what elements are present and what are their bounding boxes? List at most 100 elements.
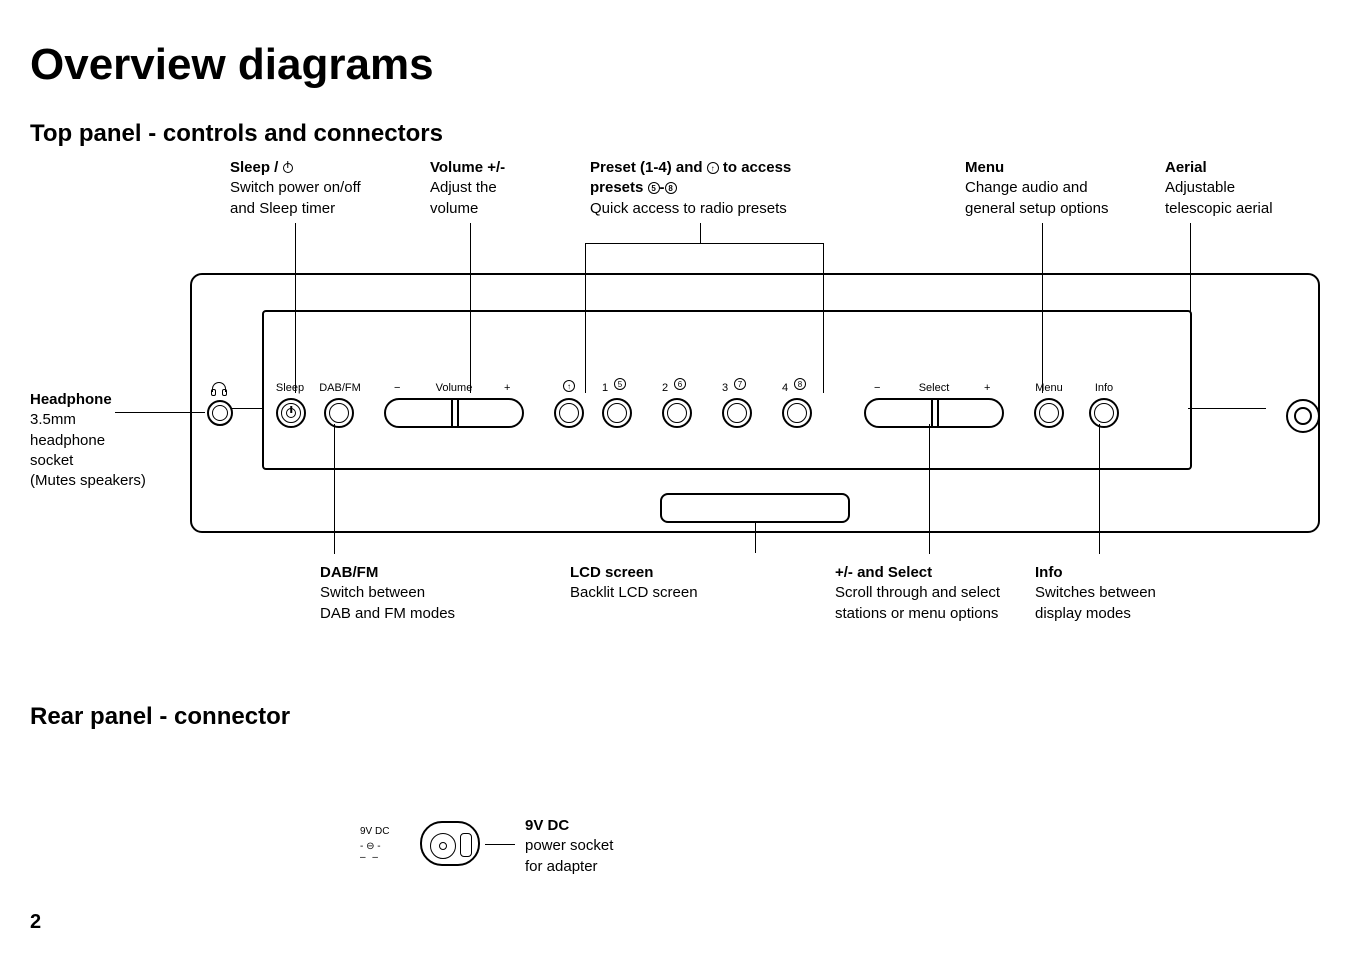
info-button [1089, 398, 1119, 428]
label-plus: + [504, 382, 510, 394]
callout-headphone-d4: (Mutes speakers) [30, 471, 170, 491]
callout-lcd-title: LCD screen [570, 564, 653, 581]
select-rocker [864, 398, 1004, 428]
headphone-socket [207, 400, 233, 426]
callout-preset: Preset (1-4) and ↑ to access presets 5-8… [590, 158, 791, 219]
callout-preset-desc: Quick access to radio presets [590, 199, 791, 219]
page-number: 2 [30, 911, 41, 934]
label-minus2: − [874, 382, 880, 394]
preset-4-button [782, 398, 812, 428]
callout-preset-title-b: to access [723, 159, 791, 176]
leader-line [585, 243, 823, 244]
leader-line [334, 424, 335, 554]
label-circled-5: 5 [614, 378, 626, 390]
callout-preset-title2b: - [660, 179, 665, 196]
preset-1-button [602, 398, 632, 428]
callout-menu-desc1: Change audio and [965, 178, 1108, 198]
shift-icon: ↑ [707, 162, 719, 174]
menu-button [1034, 398, 1064, 428]
top-panel-diagram: Sleep DAB/FM − Volume + ↑ 1 5 2 6 [190, 248, 1322, 528]
section-title-top: Top panel - controls and connectors [30, 120, 1322, 148]
aerial-inner-ring [1294, 407, 1312, 425]
callout-9vdc-d2: for adapter [525, 857, 613, 877]
leader-line [929, 424, 930, 554]
callout-lcd-desc: Backlit LCD screen [570, 583, 698, 603]
leader-line [115, 412, 205, 413]
callout-dabfm-title: DAB/FM [320, 564, 378, 581]
callout-volume-title: Volume +/- [430, 159, 505, 176]
callout-volume: Volume +/- Adjust the volume [430, 158, 505, 219]
callout-dabfm-d1: Switch between [320, 583, 455, 603]
callout-sleep-desc1: Switch power on/off [230, 178, 361, 198]
callout-9vdc-d1: power socket [525, 836, 613, 856]
callout-9vdc-title: 9V DC [525, 817, 569, 834]
leader-line [755, 523, 756, 553]
callout-menu-desc2: general setup options [965, 199, 1108, 219]
power-icon [286, 408, 296, 418]
label-circled-6: 6 [674, 378, 686, 390]
shift-button [554, 398, 584, 428]
label-plus2: + [984, 382, 990, 394]
callout-menu: Menu Change audio and general setup opti… [965, 158, 1108, 219]
label-preset-3: 3 [722, 382, 728, 394]
radio-outline: Sleep DAB/FM − Volume + ↑ 1 5 2 6 [190, 273, 1320, 533]
preset-2-button [662, 398, 692, 428]
circled-5-icon: 5 [648, 182, 660, 194]
rear-panel-diagram: 9V DC - ⊖ - ‒ ‒ 9V DC power socket for a… [30, 771, 1322, 901]
callout-info-title: Info [1035, 564, 1063, 581]
bottom-callouts: DAB/FM Switch between DAB and FM modes L… [190, 563, 1340, 653]
callout-headphone-d1: 3.5mm [30, 410, 170, 430]
callout-aerial-title: Aerial [1165, 159, 1207, 176]
leader-line [232, 408, 262, 409]
callout-info: Info Switches between display modes [1035, 563, 1156, 624]
callout-sleep-desc2: and Sleep timer [230, 199, 361, 219]
callout-lcd: LCD screen Backlit LCD screen [570, 563, 698, 604]
preset-3-button [722, 398, 752, 428]
callout-dabfm-d2: DAB and FM modes [320, 604, 455, 624]
leader-line [1099, 424, 1100, 554]
label-menu: Menu [1029, 382, 1069, 394]
leader-line [700, 223, 701, 243]
label-info: Info [1084, 382, 1124, 394]
power-icon [283, 163, 293, 173]
callout-headphone: Headphone 3.5mm headphone socket (Mutes … [30, 390, 170, 491]
control-strip: Sleep DAB/FM − Volume + ↑ 1 5 2 6 [262, 310, 1192, 470]
sleep-button [276, 398, 306, 428]
callout-headphone-d2: headphone [30, 431, 170, 451]
callout-headphone-title: Headphone [30, 391, 112, 408]
section-title-rear: Rear panel - connector [30, 703, 1322, 731]
callout-select: +/- and Select Scroll through and select… [835, 563, 1000, 624]
circled-8-icon: 8 [665, 182, 677, 194]
dc-power-socket [420, 821, 480, 866]
label-select: Select [904, 382, 964, 394]
callout-sleep: Sleep / Switch power on/off and Sleep ti… [230, 158, 361, 219]
callout-menu-title: Menu [965, 159, 1004, 176]
callout-select-d2: stations or menu options [835, 604, 1000, 624]
dc-polarity-icon: - ⊖ - ‒ ‒ [360, 841, 381, 863]
callout-headphone-d3: socket [30, 451, 170, 471]
callout-aerial-desc2: telescopic aerial [1165, 199, 1273, 219]
callout-info-d1: Switches between [1035, 583, 1156, 603]
socket-notch [460, 833, 472, 857]
volume-rocker [384, 398, 524, 428]
label-preset-4: 4 [782, 382, 788, 394]
callout-select-title: +/- and Select [835, 564, 932, 581]
leader-line [1188, 408, 1266, 409]
lcd-screen [660, 493, 850, 523]
page-title: Overview diagrams [30, 40, 1322, 90]
callout-preset-title-a: Preset (1-4) and [590, 159, 703, 176]
top-callouts: Sleep / Switch power on/off and Sleep ti… [190, 158, 1340, 248]
label-circled-8: 8 [794, 378, 806, 390]
label-sleep: Sleep [270, 382, 310, 394]
leader-line [485, 844, 515, 845]
callout-9vdc: 9V DC power socket for adapter [525, 816, 613, 877]
callout-dabfm: DAB/FM Switch between DAB and FM modes [320, 563, 455, 624]
callout-select-d1: Scroll through and select [835, 583, 1000, 603]
rear-dc-small-label: 9V DC [360, 826, 389, 838]
callout-preset-title2a: presets [590, 179, 648, 196]
label-circled-7: 7 [734, 378, 746, 390]
callout-volume-desc2: volume [430, 199, 505, 219]
label-shift: ↑ [554, 380, 584, 392]
callout-info-d2: display modes [1035, 604, 1156, 624]
headphone-icon [212, 382, 226, 392]
